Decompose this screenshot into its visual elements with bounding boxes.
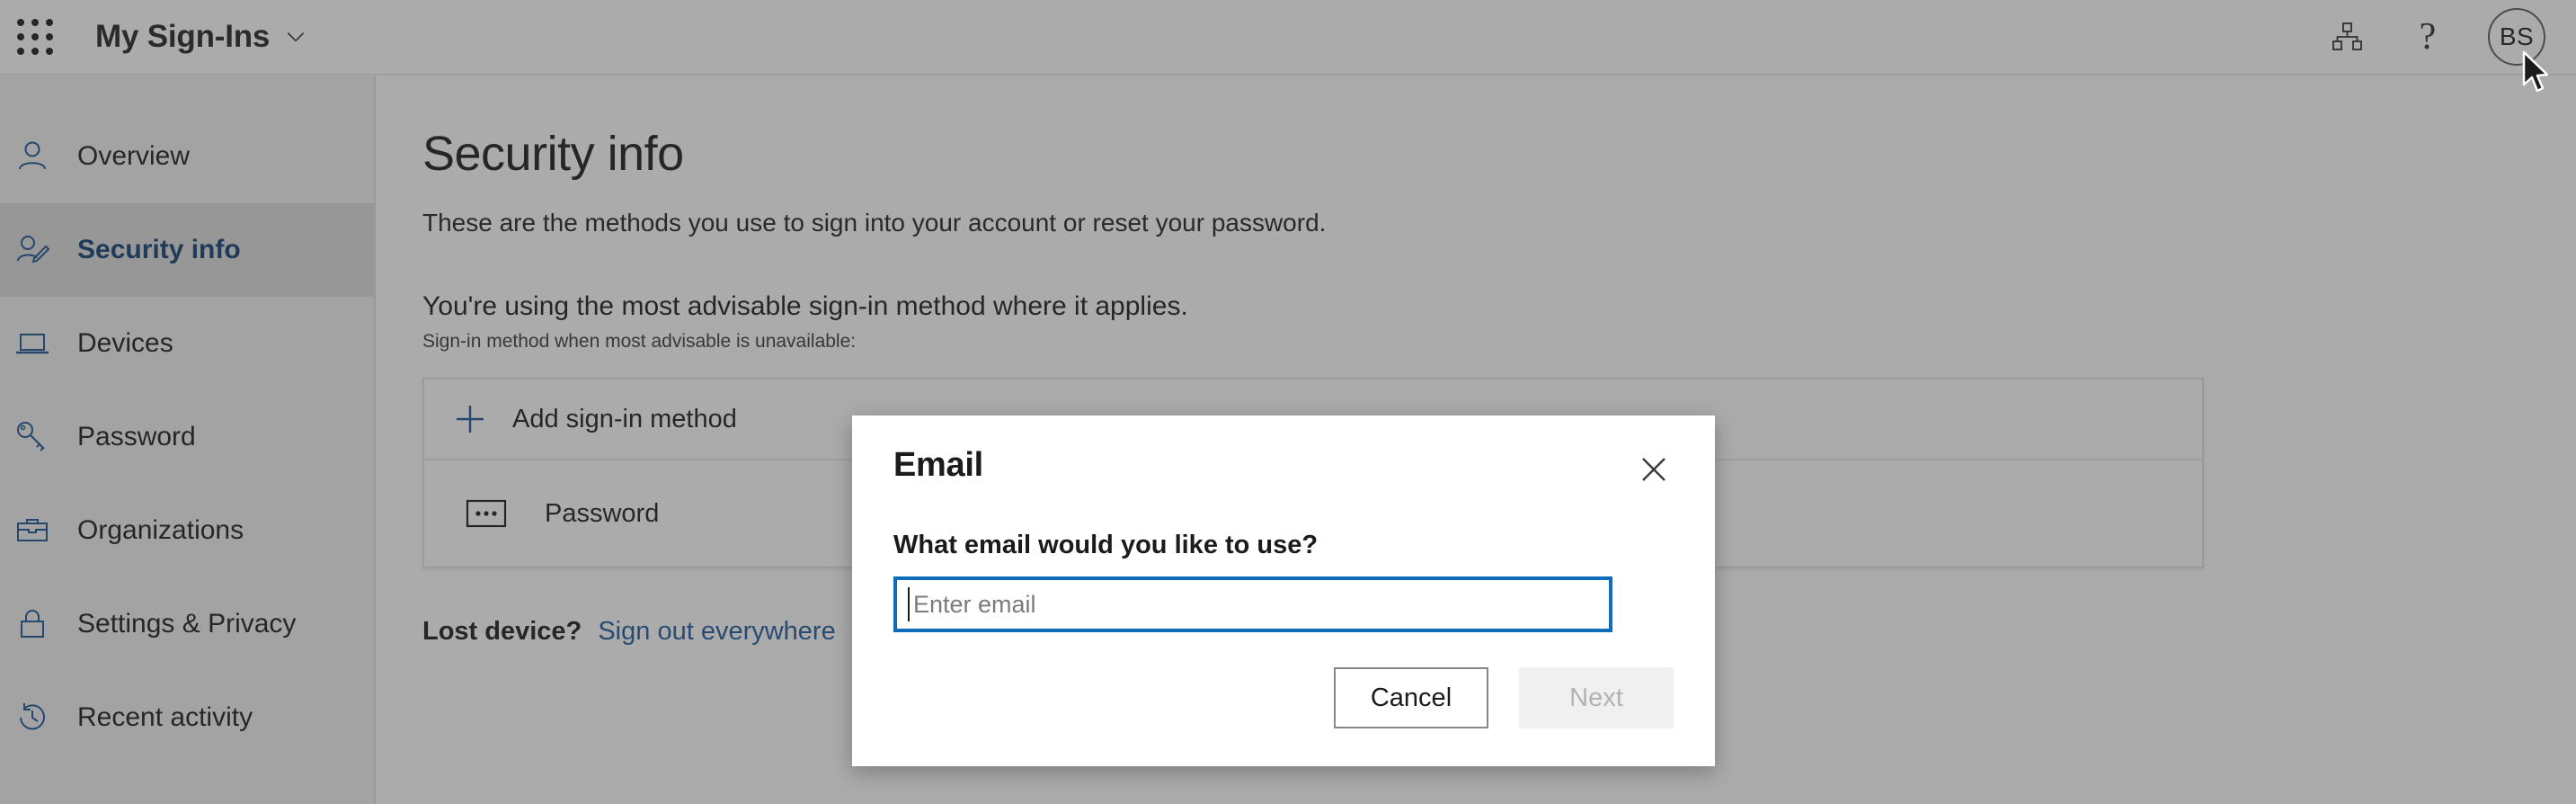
text-caret <box>908 587 910 621</box>
cancel-button[interactable]: Cancel <box>1334 667 1488 728</box>
close-icon[interactable] <box>1634 450 1674 489</box>
email-field-wrapper <box>893 576 1674 632</box>
next-button: Next <box>1519 667 1674 728</box>
close-glyph <box>1642 458 1666 481</box>
email-dialog: Email What email would you like to use? … <box>852 415 1715 766</box>
dialog-actions: Cancel Next <box>1334 667 1674 728</box>
dialog-header: Email <box>893 446 1674 489</box>
dialog-title: Email <box>893 446 983 484</box>
email-input[interactable] <box>893 576 1612 632</box>
dialog-question: What email would you like to use? <box>893 531 1319 559</box>
